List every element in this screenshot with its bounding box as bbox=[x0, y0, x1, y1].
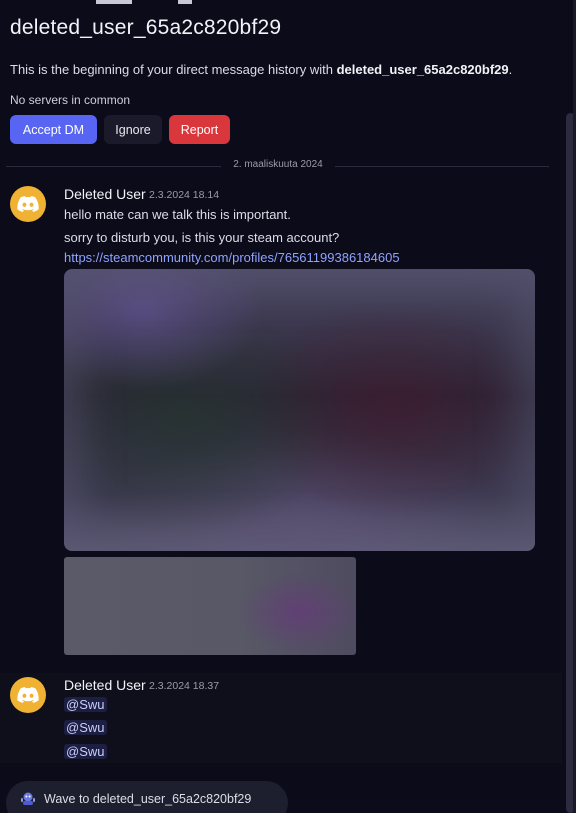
avatar[interactable] bbox=[10, 186, 46, 222]
ignore-button[interactable]: Ignore bbox=[104, 115, 162, 144]
intro-username: deleted_user_65a2c820bf29 bbox=[336, 62, 509, 77]
blurred-image-attachment[interactable] bbox=[64, 269, 535, 551]
message-text: hello mate can we talk this is important… bbox=[64, 207, 291, 222]
mutual-servers-text: No servers in common bbox=[10, 93, 131, 107]
message-timestamp: 2.3.2024 18.37 bbox=[149, 680, 220, 692]
header-fragment bbox=[96, 0, 132, 4]
message-author[interactable]: Deleted User bbox=[64, 186, 146, 202]
blurred-image-attachment[interactable] bbox=[64, 557, 356, 655]
intro-prefix: This is the beginning of your direct mes… bbox=[10, 62, 337, 77]
report-button[interactable]: Report bbox=[169, 115, 230, 144]
wave-label: Wave to deleted_user_65a2c820bf29 bbox=[44, 792, 252, 806]
wave-button[interactable]: Wave to deleted_user_65a2c820bf29 bbox=[6, 781, 288, 813]
page-title: deleted_user_65a2c820bf29 bbox=[10, 16, 282, 39]
discord-logo-icon bbox=[17, 687, 39, 703]
accept-dm-button[interactable]: Accept DM bbox=[10, 115, 97, 144]
intro-suffix: . bbox=[508, 62, 513, 77]
user-mention[interactable]: @Swu bbox=[64, 744, 107, 759]
avatar[interactable] bbox=[10, 677, 46, 713]
dm-intro-text: This is the beginning of your direct mes… bbox=[10, 62, 512, 77]
message-author[interactable]: Deleted User bbox=[64, 677, 146, 693]
user-mention[interactable]: @Swu bbox=[64, 697, 107, 712]
message-text: sorry to disturb you, is this your steam… bbox=[64, 230, 340, 245]
message-link[interactable]: https://steamcommunity.com/profiles/7656… bbox=[64, 250, 400, 265]
discord-logo-icon bbox=[17, 196, 39, 212]
header-fragment bbox=[178, 0, 192, 4]
wave-sticker-icon bbox=[21, 792, 35, 805]
date-divider-label: 2. maaliskuuta 2024 bbox=[221, 159, 335, 170]
user-mention[interactable]: @Swu bbox=[64, 720, 107, 735]
message-timestamp: 2.3.2024 18.14 bbox=[149, 189, 220, 201]
